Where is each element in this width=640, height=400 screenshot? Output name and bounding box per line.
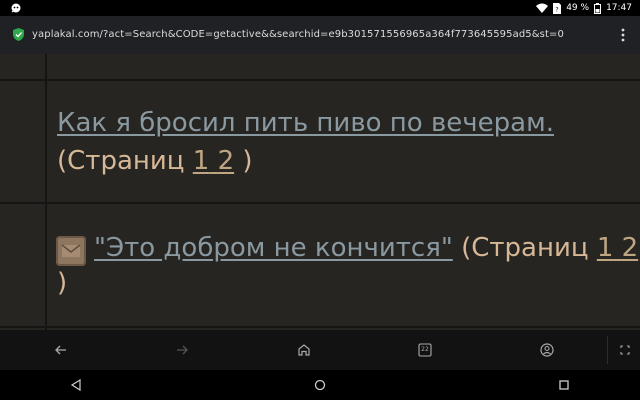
list-item-pages: (Страниц 1 2 ) xyxy=(57,144,253,178)
browser-bottom-nav: 22 xyxy=(0,330,640,370)
svg-text:?: ? xyxy=(556,6,559,13)
row-divider xyxy=(0,79,640,81)
page-link-2[interactable]: 2 xyxy=(218,146,235,176)
battery-icon xyxy=(594,2,602,14)
list-item: Как я бросил пить пиво по вечерам. xyxy=(57,106,554,140)
fullscreen-icon[interactable] xyxy=(617,342,633,358)
home-icon[interactable] xyxy=(296,342,312,358)
page-link-1[interactable]: 1 xyxy=(193,146,210,176)
back-icon[interactable] xyxy=(53,342,69,358)
clock: 17:47 xyxy=(606,3,632,13)
status-bar: ? 49 % 17:47 xyxy=(0,0,640,16)
row-divider xyxy=(0,326,640,328)
system-back-icon[interactable] xyxy=(69,378,83,392)
pages-suffix: ) xyxy=(234,146,253,176)
sim-icon: ? xyxy=(553,2,562,14)
notification-icon xyxy=(11,3,21,13)
pages-prefix: (Страниц xyxy=(452,233,597,263)
system-recents-icon[interactable] xyxy=(557,378,571,392)
column-divider xyxy=(45,54,47,330)
topic-list: Как я бросил пить пиво по вечерам. (Стра… xyxy=(0,54,640,330)
topic-envelope-icon xyxy=(56,236,86,266)
browser-toolbar: yaplakal.com/?act=Search&CODE=getactive&… xyxy=(0,16,640,54)
topic-title-link[interactable]: Как я бросил пить пиво по вечерам. xyxy=(57,108,554,138)
list-item: "Это добром не кончится" (Страниц 1 2 xyxy=(94,231,638,265)
lock-icon[interactable] xyxy=(13,28,24,41)
system-nav-bar xyxy=(0,370,640,400)
pages-prefix: (Страниц xyxy=(57,146,193,176)
page-link-1[interactable]: 1 xyxy=(597,233,614,263)
system-home-icon[interactable] xyxy=(313,378,327,392)
tab-count: 22 xyxy=(421,346,429,353)
topic-title-link[interactable]: "Это добром не кончится" xyxy=(94,233,453,263)
wifi-icon xyxy=(536,3,549,13)
address-bar[interactable]: yaplakal.com/?act=Search&CODE=getactive&… xyxy=(32,28,564,41)
account-icon[interactable] xyxy=(539,342,555,358)
tabs-button[interactable]: 22 xyxy=(417,342,433,358)
page-link-2[interactable]: 2 xyxy=(622,233,639,263)
more-options-icon[interactable] xyxy=(620,27,626,43)
battery-percent: 49 % xyxy=(566,3,590,13)
row-divider xyxy=(0,202,640,204)
pages-suffix: ) xyxy=(57,268,68,298)
forward-icon[interactable] xyxy=(174,342,190,358)
nav-divider xyxy=(607,336,608,364)
list-item-pages: ) xyxy=(57,266,67,300)
